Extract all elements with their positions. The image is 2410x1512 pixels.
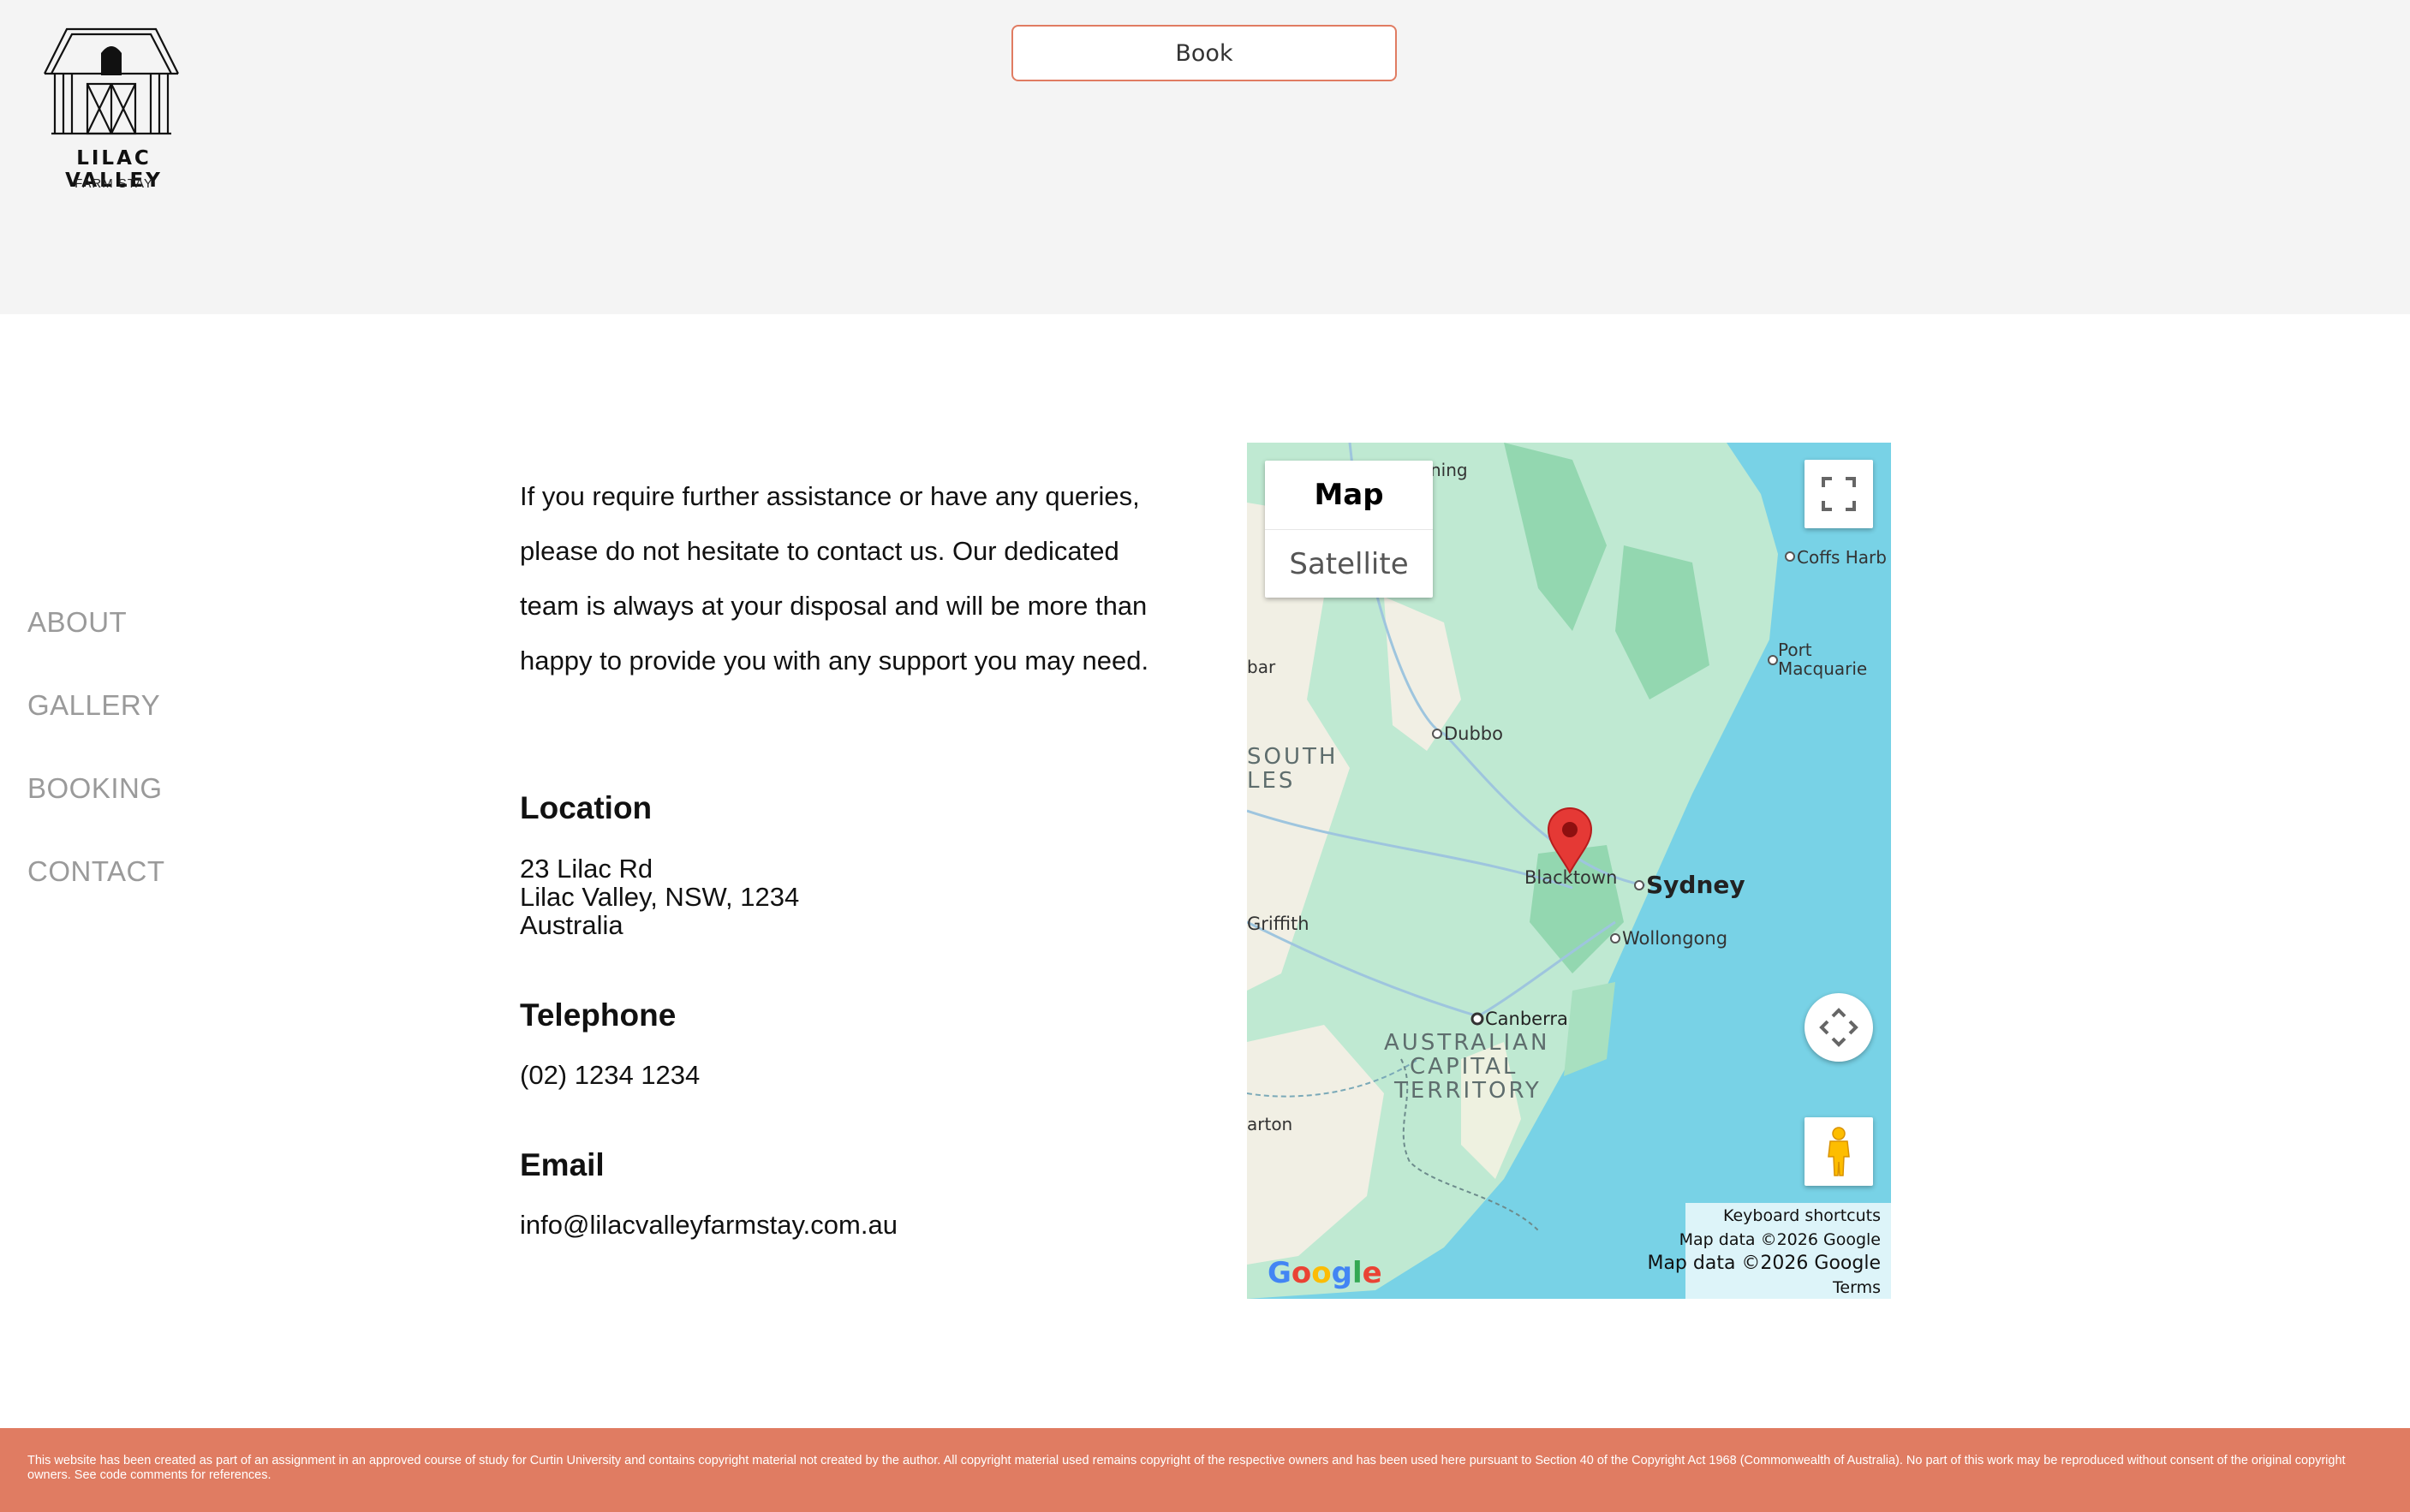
map-label: SOUTH — [1247, 744, 1339, 770]
book-button[interactable]: Book — [1011, 25, 1397, 81]
map-label: Dubbo — [1444, 723, 1503, 744]
telephone-value[interactable]: (02) 1234 1234 — [520, 1060, 700, 1091]
map-type-satellite-button[interactable]: Satellite — [1265, 530, 1433, 598]
map-label: Port — [1778, 640, 1812, 660]
google-logo-letter: l — [1351, 1256, 1363, 1290]
camera-control-button[interactable] — [1805, 993, 1873, 1062]
map-label: Macquarie — [1778, 658, 1868, 679]
map-attribution: Keyboard shortcuts Map data ©2026 Google… — [1647, 1203, 1891, 1299]
site-header: LILAC VALLEY FARM STAY Book — [0, 0, 2410, 314]
logo-subtitle: FARM STAY — [75, 176, 153, 191]
map-type-control: Map Satellite — [1265, 461, 1433, 598]
map-label: Coffs Harb — [1797, 547, 1887, 568]
location-heading: Location — [520, 790, 653, 825]
map-label: AUSTRALIAN — [1384, 1030, 1550, 1056]
google-logo-letter: o — [1291, 1256, 1312, 1290]
google-logo: Google — [1268, 1256, 1382, 1290]
nav-gallery[interactable]: GALLERY — [27, 689, 165, 772]
map-label: ning — [1430, 460, 1468, 480]
nav-booking[interactable]: BOOKING — [27, 772, 165, 855]
barn-icon — [44, 27, 179, 135]
side-nav: ABOUT GALLERY BOOKING CONTACT — [27, 606, 165, 938]
street-view-button[interactable] — [1805, 1117, 1873, 1186]
telephone-heading: Telephone — [520, 997, 677, 1033]
contact-section: If you require further assistance or hav… — [520, 469, 1179, 1240]
pan-arrows-icon — [1819, 1008, 1858, 1047]
map-label: Canberra — [1485, 1009, 1568, 1029]
map-label: Blacktown — [1524, 867, 1618, 888]
keyboard-shortcuts-link[interactable]: Keyboard shortcuts — [1723, 1206, 1881, 1225]
map-label: TERRITORY — [1394, 1078, 1542, 1104]
fullscreen-button[interactable] — [1805, 460, 1873, 528]
nav-contact[interactable]: CONTACT — [27, 855, 165, 938]
map-label: Sydney — [1646, 871, 1745, 899]
map-data-text: Map data ©2026 Google — [1647, 1253, 1881, 1274]
google-logo-letter: o — [1311, 1256, 1332, 1290]
map-label: LES — [1247, 768, 1296, 794]
address-line: 23 Lilac Rd — [520, 854, 653, 884]
map-label: Wollongong — [1622, 928, 1728, 949]
google-logo-letter: g — [1331, 1256, 1352, 1290]
nav-about[interactable]: ABOUT — [27, 606, 165, 689]
map-label: CAPITAL — [1410, 1054, 1518, 1080]
google-logo-letter: e — [1362, 1256, 1382, 1290]
site-footer: This website has been created as part of… — [0, 1428, 2410, 1512]
map-label: arton — [1247, 1114, 1293, 1134]
pegman-icon — [1828, 1127, 1850, 1176]
fullscreen-icon — [1822, 477, 1856, 511]
address-line: Australia — [520, 910, 623, 940]
google-logo-letter: G — [1268, 1256, 1291, 1290]
map-label: Griffith — [1247, 914, 1309, 934]
map-label: bar — [1247, 657, 1276, 677]
email-value[interactable]: info@lilacvalleyfarmstay.com.au — [520, 1210, 898, 1241]
copyright-notice: This website has been created as part of… — [27, 1454, 2346, 1482]
map-type-map-button[interactable]: Map — [1265, 461, 1433, 530]
address: 23 Lilac Rd Lilac Valley, NSW, 1234 Aust… — [520, 854, 799, 939]
address-line: Lilac Valley, NSW, 1234 — [520, 882, 800, 912]
terms-link[interactable]: Terms — [1833, 1278, 1881, 1297]
contact-intro: If you require further assistance or hav… — [520, 481, 1149, 676]
map-data-text: Map data ©2026 Google — [1679, 1230, 1881, 1249]
google-map[interactable]: ning Coffs Harb Port Macquarie bar Dubbo… — [1247, 443, 1891, 1299]
email-heading: Email — [520, 1147, 605, 1182]
